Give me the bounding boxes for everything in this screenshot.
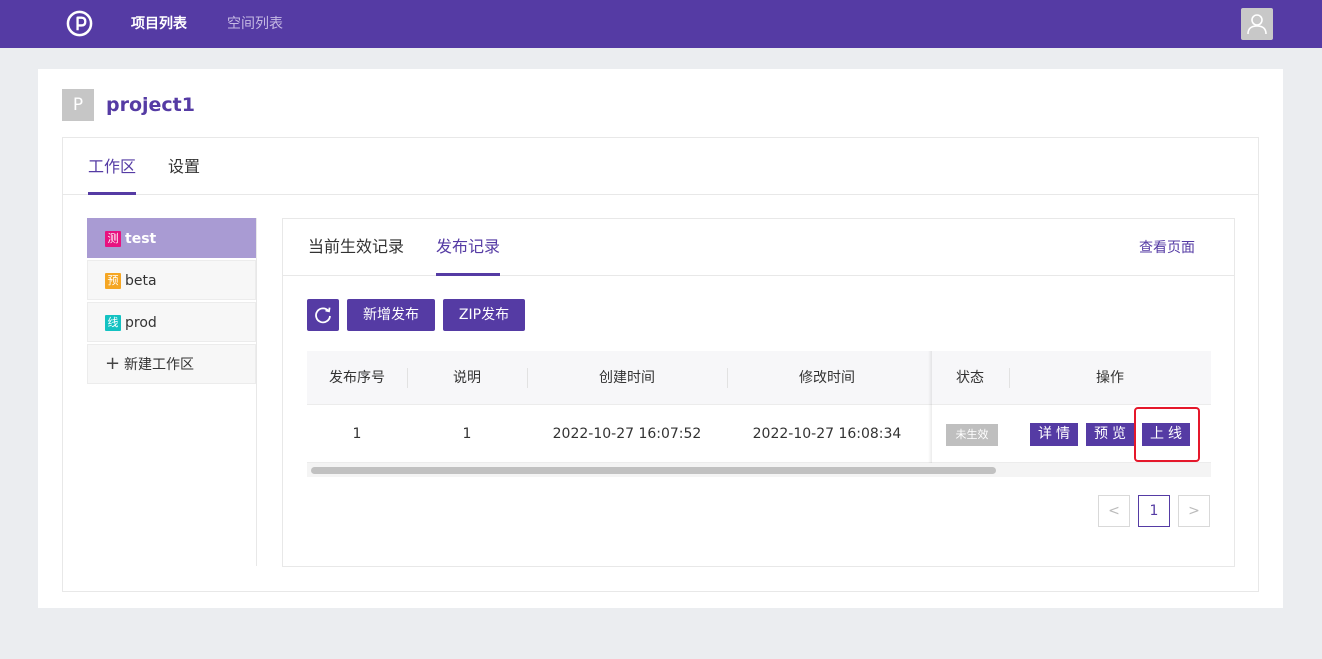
tab-settings[interactable]: 设置: [168, 157, 200, 177]
cell-created: 2022-10-27 16:07:52: [552, 426, 702, 442]
release-tabs: 当前生效记录 发布记录 查看页面: [283, 219, 1234, 276]
release-panel: 当前生效记录 发布记录 查看页面 新增发布 ZIP发布 发布序号 说明 创建时间…: [282, 218, 1235, 567]
new-release-button[interactable]: 新增发布: [347, 299, 435, 331]
project-tabs: 工作区 设置: [63, 138, 1258, 195]
tab-current-records[interactable]: 当前生效记录: [308, 237, 404, 257]
env-tag-prod: 线: [105, 315, 121, 331]
details-button[interactable]: 详情: [1030, 423, 1078, 446]
release-table: 发布序号 说明 创建时间 修改时间 状态 操作 1 1 2022-10-27 1…: [307, 351, 1211, 477]
refresh-icon: [315, 307, 331, 324]
highlight-box: [1134, 407, 1200, 462]
project-card: P project1 工作区 设置 测 test 预 beta 线 prod +: [38, 69, 1283, 608]
column-header-created: 创建时间: [599, 370, 655, 386]
sidebar-item-label: test: [125, 231, 157, 247]
cell-desc: 1: [462, 426, 472, 442]
zip-release-button[interactable]: ZIP发布: [443, 299, 525, 331]
refresh-button[interactable]: [307, 299, 339, 331]
sidebar-item-test[interactable]: 测 test: [87, 218, 256, 258]
column-header-seq: 发布序号: [329, 370, 385, 386]
p-logo-icon[interactable]: [66, 10, 93, 37]
env-tag-beta: 预: [105, 273, 121, 289]
column-header-status: 状态: [956, 370, 984, 386]
plus-icon: +: [105, 353, 121, 374]
new-workspace-label: 新建工作区: [124, 357, 194, 373]
project-title: project1: [106, 94, 195, 116]
tab-workspace[interactable]: 工作区: [88, 157, 136, 177]
column-header-modified: 修改时间: [799, 370, 855, 386]
sidebar-item-label: beta: [125, 273, 157, 289]
user-avatar[interactable]: [1241, 8, 1273, 40]
view-page-link[interactable]: 查看页面: [1139, 239, 1195, 257]
status-badge: 未生效: [946, 424, 998, 446]
sidebar-item-prod[interactable]: 线 prod: [87, 302, 256, 342]
page-1-button[interactable]: 1: [1138, 495, 1170, 527]
env-tag-test: 测: [105, 231, 121, 247]
top-navigation-bar: 项目列表 空间列表: [0, 0, 1322, 48]
nav-project-list[interactable]: 项目列表: [131, 15, 187, 33]
sidebar-item-label: prod: [125, 315, 157, 331]
prev-page-button[interactable]: <: [1098, 495, 1130, 527]
project-avatar: P: [62, 89, 94, 121]
next-page-button[interactable]: >: [1178, 495, 1210, 527]
project-content: 工作区 设置 测 test 预 beta 线 prod + 新建工作区 当前生效…: [62, 137, 1259, 592]
table-header: 发布序号 说明 创建时间 修改时间 状态 操作: [307, 351, 1211, 405]
active-tab-indicator: [88, 192, 136, 195]
active-tab-indicator: [436, 273, 500, 276]
new-workspace-button[interactable]: + 新建工作区: [87, 344, 256, 384]
fixed-column-shadow: [928, 351, 932, 463]
preview-button[interactable]: 预览: [1086, 423, 1134, 446]
nav-space-list[interactable]: 空间列表: [227, 15, 283, 33]
column-header-actions: 操作: [1096, 370, 1124, 386]
column-header-desc: 说明: [453, 370, 481, 386]
table-row: 1 1 2022-10-27 16:07:52 2022-10-27 16:08…: [307, 406, 1211, 463]
cell-modified: 2022-10-27 16:08:34: [752, 426, 902, 442]
sidebar-item-beta[interactable]: 预 beta: [87, 260, 256, 300]
scrollbar-thumb[interactable]: [311, 467, 996, 474]
workspace-sidebar: 测 test 预 beta 线 prod + 新建工作区: [87, 218, 257, 566]
tab-release-records[interactable]: 发布记录: [436, 237, 500, 257]
horizontal-scrollbar[interactable]: [307, 463, 1211, 477]
user-icon: [1247, 14, 1267, 35]
cell-seq: 1: [352, 426, 362, 442]
